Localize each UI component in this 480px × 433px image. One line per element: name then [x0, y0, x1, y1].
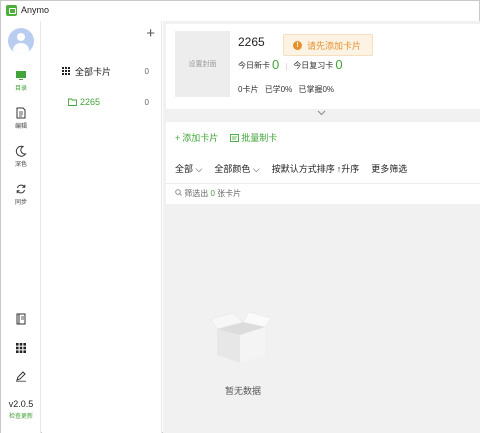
plus-icon: + — [175, 132, 181, 143]
search-icon — [175, 189, 182, 196]
add-card-button[interactable]: + 添加卡片 — [175, 131, 218, 144]
today-review-label: 今日复习卡 — [293, 61, 334, 70]
sort-label: 按默认方式排序 — [271, 164, 335, 174]
deck-header: 设置封面 2265 ! 请先添加卡片 今日新卡 0 | 今日复习卡 0 0卡片 … — [166, 24, 480, 109]
apps-grid-icon — [16, 343, 26, 353]
main-content: 设置封面 2265 ! 请先添加卡片 今日新卡 0 | 今日复习卡 0 0卡片 … — [163, 21, 480, 433]
collapse-toggle[interactable] — [163, 109, 480, 119]
nav-item-edit[interactable]: 编辑 — [1, 107, 41, 137]
deck-item-2265[interactable]: 2265 0 — [42, 94, 160, 110]
add-card-warning: ! 请先添加卡片 — [283, 34, 373, 56]
sort-dropdown[interactable]: 按默认方式排序 — [272, 162, 335, 175]
batch-create-label: 批量制卡 — [241, 133, 278, 143]
add-card-label: 添加卡片 — [182, 133, 219, 143]
deck-count: 0 — [144, 66, 149, 76]
deck-count: 0 — [144, 97, 149, 107]
document-icon — [16, 107, 26, 119]
apps-button[interactable] — [1, 342, 41, 356]
pen-icon — [16, 371, 26, 382]
nav-item-dark-mode[interactable]: 深色 — [1, 145, 41, 175]
filter-color-label: 全部颜色 — [214, 164, 251, 174]
avatar[interactable] — [8, 28, 34, 54]
empty-box-illustration — [210, 311, 271, 368]
card-count: 0卡片 — [238, 85, 259, 94]
batch-icon — [230, 133, 240, 142]
window-title: Anymo — [21, 5, 50, 15]
filter-all-dropdown[interactable]: 全部 ⌵ — [175, 162, 202, 175]
card-toolbar: + 添加卡片 批量制卡 — [175, 131, 289, 144]
empty-state-text: 暂无数据 — [224, 386, 261, 396]
filter-result: 筛选出 0 张卡片 — [175, 188, 241, 199]
stats-divider: | — [285, 62, 288, 71]
filter-bar: 全部 ⌵ 全部颜色 ⌵ 按默认方式排序 ↑升序 更多筛选 — [175, 162, 419, 175]
result-suffix: 张卡片 — [217, 189, 242, 198]
warning-text: 请先添加卡片 — [307, 40, 362, 51]
set-cover-button[interactable]: 设置封面 — [175, 31, 230, 97]
today-new-value: 0 — [272, 57, 280, 72]
nav-item-catalog[interactable]: 目录 — [1, 69, 41, 99]
monitor-icon — [16, 71, 26, 80]
today-review-value: 0 — [335, 57, 343, 72]
side-nav: 目录 编辑 深色 同步 v2.0.5 检查更新 — [1, 21, 41, 433]
pen-button[interactable] — [1, 370, 41, 384]
deck-list-panel: + 全部卡片 0 2265 0 — [42, 21, 162, 433]
deck-name: 全部卡片 — [75, 66, 112, 77]
nav-label: 同步 — [14, 200, 27, 206]
batch-create-button[interactable]: 批量制卡 — [230, 131, 277, 144]
result-prefix: 筛选出 — [184, 189, 209, 198]
app-version: v2.0.5 — [8, 399, 34, 409]
result-count: 0 — [210, 189, 215, 198]
chevron-down-icon: ⌵ — [252, 164, 260, 174]
deck-title: 2265 — [238, 35, 265, 49]
add-deck-button[interactable]: + — [146, 26, 155, 41]
book-button[interactable] — [1, 313, 41, 327]
chevron-down-icon — [317, 110, 326, 116]
divider — [166, 183, 480, 184]
nav-item-sync[interactable]: 同步 — [1, 183, 41, 213]
sort-order-label: 升序 — [341, 164, 360, 174]
grid-icon — [62, 67, 70, 75]
card-list-panel: + 添加卡片 批量制卡 全部 ⌵ 全部颜色 ⌵ 按默认方式排序 ↑升序 更多筛选… — [166, 122, 480, 204]
filter-all-label: 全部 — [175, 164, 194, 174]
folder-icon — [68, 98, 77, 106]
today-new-label: 今日新卡 — [238, 61, 270, 70]
today-stats: 今日新卡 0 | 今日复习卡 0 — [238, 58, 343, 71]
deck-item-all[interactable]: 全部卡片 0 — [42, 63, 160, 79]
sync-icon — [16, 184, 26, 194]
sort-order-toggle[interactable]: ↑升序 — [337, 162, 360, 175]
app-window: Anymo 目录 编辑 深色 同步 v2.0.5 检查更新 + 全部卡片 0 2… — [0, 0, 480, 433]
warning-icon: ! — [293, 40, 302, 50]
more-filters-button[interactable]: 更多筛选 — [371, 162, 407, 175]
progress-stats: 0卡片 已学0% 已掌握0% — [238, 84, 338, 95]
deck-name: 2265 — [80, 97, 101, 107]
title-bar: Anymo — [1, 1, 479, 21]
app-logo-icon — [6, 5, 17, 16]
nav-label: 深色 — [14, 162, 27, 168]
nav-label: 编辑 — [14, 124, 27, 130]
book-icon — [16, 313, 26, 325]
filter-color-dropdown[interactable]: 全部颜色 ⌵ — [214, 162, 259, 175]
learned-percent: 已学0% — [264, 85, 293, 94]
chevron-down-icon: ⌵ — [195, 164, 203, 174]
check-update-link[interactable]: 检查更新 — [1, 411, 41, 420]
moon-icon — [15, 145, 27, 157]
mastered-percent: 已掌握0% — [298, 85, 335, 94]
nav-label: 目录 — [14, 86, 27, 92]
